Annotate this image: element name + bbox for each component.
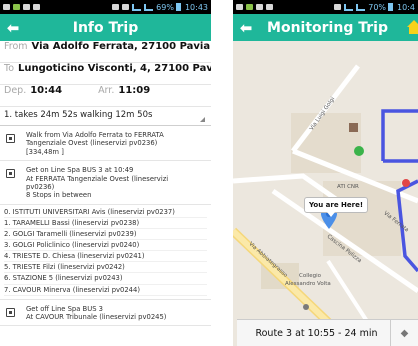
dep-value: 10:44 <box>30 85 63 96</box>
android-icon <box>246 4 253 10</box>
stop-item: 2. GOLGI Taramelli (lineservizi pv0239) <box>4 229 207 241</box>
app-bar: ⬅ Info Trip <box>0 14 211 41</box>
map-label: ATI CNR <box>337 184 359 190</box>
info-trip-screen: 69% 10:43 ⬅ Info Trip From Via Adolfo Fe… <box>0 0 211 346</box>
trip-option-selector[interactable]: 1. takes 24m 52s walking 12m 50s <box>0 107 211 126</box>
sync-icon <box>122 4 130 10</box>
trip-duration: 1. takes 24m 52s walking 12m 50s <box>4 110 153 120</box>
step-get-off[interactable]: Get off Line Spa BUS 3 At CAVOUR Tribuna… <box>0 300 211 327</box>
arr-value: 11:09 <box>118 85 151 96</box>
stop-item: 4. TRIESTE D. Chiesa (lineservizi pv0241… <box>4 251 207 263</box>
step-line: [334,48m ] <box>26 147 64 156</box>
route-summary: Route 3 at 10:55 - 24 min <box>255 327 378 339</box>
image-icon <box>33 4 40 10</box>
status-bar: 69% 10:43 <box>0 0 211 14</box>
step-line: 8 Stops in between <box>26 191 92 200</box>
stop-item: 6. STAZIONE 5 (lineservizi pv0243) <box>4 273 207 285</box>
step-line: At FERRATA Tangenziale Ovest (lineserviz… <box>26 174 169 183</box>
home-icon[interactable] <box>406 19 418 35</box>
arr-label: Arr. <box>98 85 115 96</box>
map-view[interactable]: You are Here! Via Luigi Golgi ATI CNR Ca… <box>233 41 418 346</box>
notification-icon <box>3 4 10 10</box>
step-walk[interactable]: Walk from Via Adolfo Ferrata to FERRATA … <box>0 126 211 162</box>
to-label: To <box>4 63 15 74</box>
to-value: Lungoticino Visconti, 4, 27100 Pavia... <box>18 63 211 74</box>
status-time: 10:4 <box>397 2 415 12</box>
bus-step-icon <box>6 307 15 317</box>
from-row: From Via Adolfo Ferrata, 27100 Pavia PV <box>0 41 211 63</box>
page-title: Info Trip <box>72 19 139 36</box>
map-label: Alessandro Volta <box>285 281 331 287</box>
battery-icon <box>175 3 181 11</box>
stop-item: 3. GOLGI Policlinico (lineservizi pv0240… <box>4 240 207 252</box>
you-are-here-bubble: You are Here! <box>304 197 369 217</box>
usb-icon <box>23 4 30 10</box>
to-row: To Lungoticino Visconti, 4, 27100 Pavia.… <box>0 63 211 85</box>
stop-item: 5. TRIESTE Filzi (lineservizi pv0242) <box>4 262 207 274</box>
bus-step-icon <box>6 169 15 179</box>
back-arrow-icon[interactable]: ⬅ <box>0 19 26 37</box>
stops-list: 0. ISTITUTI UNIVERSITARI Avis (lineservi… <box>0 205 211 300</box>
step-line: Get on Line Spa BUS 3 at 10:49 <box>26 166 134 175</box>
notification-icon <box>236 4 243 10</box>
usb-icon <box>256 4 263 10</box>
signal-icon <box>356 3 366 11</box>
signal-icon <box>144 3 154 11</box>
stop-item: 1. TARAMELLI Bassi (lineservizi pv0238) <box>4 218 207 230</box>
dropdown-corner-icon <box>200 117 205 122</box>
battery-percent: 69% <box>156 2 174 12</box>
step-line: Walk from Via Adolfo Ferrata to FERRATA <box>26 131 164 139</box>
poi-college-icon <box>303 304 309 310</box>
android-icon <box>13 4 20 10</box>
battery-percent: 70% <box>368 2 387 12</box>
from-value: Via Adolfo Ferrata, 27100 Pavia PV <box>31 41 211 52</box>
walk-step-icon <box>6 134 15 143</box>
alarm-icon <box>334 4 342 10</box>
directions-icon[interactable]: ◆ <box>390 319 418 346</box>
time-row: Dep. 10:44 Arr. 11:09 <box>0 85 211 107</box>
back-arrow-icon[interactable]: ⬅ <box>233 19 259 37</box>
poi-marker-icon <box>349 123 358 132</box>
step-line: At CAVOUR Tribunale (lineservizi pv0245) <box>26 313 167 321</box>
step-line: Tangenziale Ovest (lineservizi pv0236) <box>26 139 158 148</box>
stop-item: 7. CAVOUR Minerva (lineservizi pv0244) <box>4 285 207 296</box>
app-bar: ⬅ Monitoring Trip <box>233 14 418 41</box>
image-icon <box>266 4 273 10</box>
monitoring-trip-screen: 70% 10:4 ⬅ Monitoring Trip You are Here!… <box>233 0 418 346</box>
stop-item: 0. ISTITUTI UNIVERSITARI Avis (lineservi… <box>4 207 207 218</box>
bus-stop-marker-icon[interactable] <box>354 146 364 156</box>
dep-label: Dep. <box>4 85 27 96</box>
wifi-icon <box>344 3 354 11</box>
route-summary-bar[interactable]: Route 3 at 10:55 - 24 min ◆ <box>237 319 418 346</box>
status-bar: 70% 10:4 <box>233 0 418 14</box>
map-canvas <box>233 41 418 346</box>
battery-icon <box>388 3 394 11</box>
step-board-bus[interactable]: Get on Line Spa BUS 3 at 10:49 At FERRAT… <box>0 161 211 205</box>
poi-red-icon <box>402 179 410 187</box>
wifi-icon <box>132 3 142 11</box>
step-line: pv0236) <box>26 183 55 192</box>
page-title: Monitoring Trip <box>267 19 388 36</box>
step-line: Get off Line Spa BUS 3 <box>26 304 103 313</box>
alarm-icon <box>112 4 120 10</box>
map-label: Collegio <box>299 273 322 279</box>
status-time: 10:43 <box>184 2 208 12</box>
from-label: From <box>4 41 28 52</box>
